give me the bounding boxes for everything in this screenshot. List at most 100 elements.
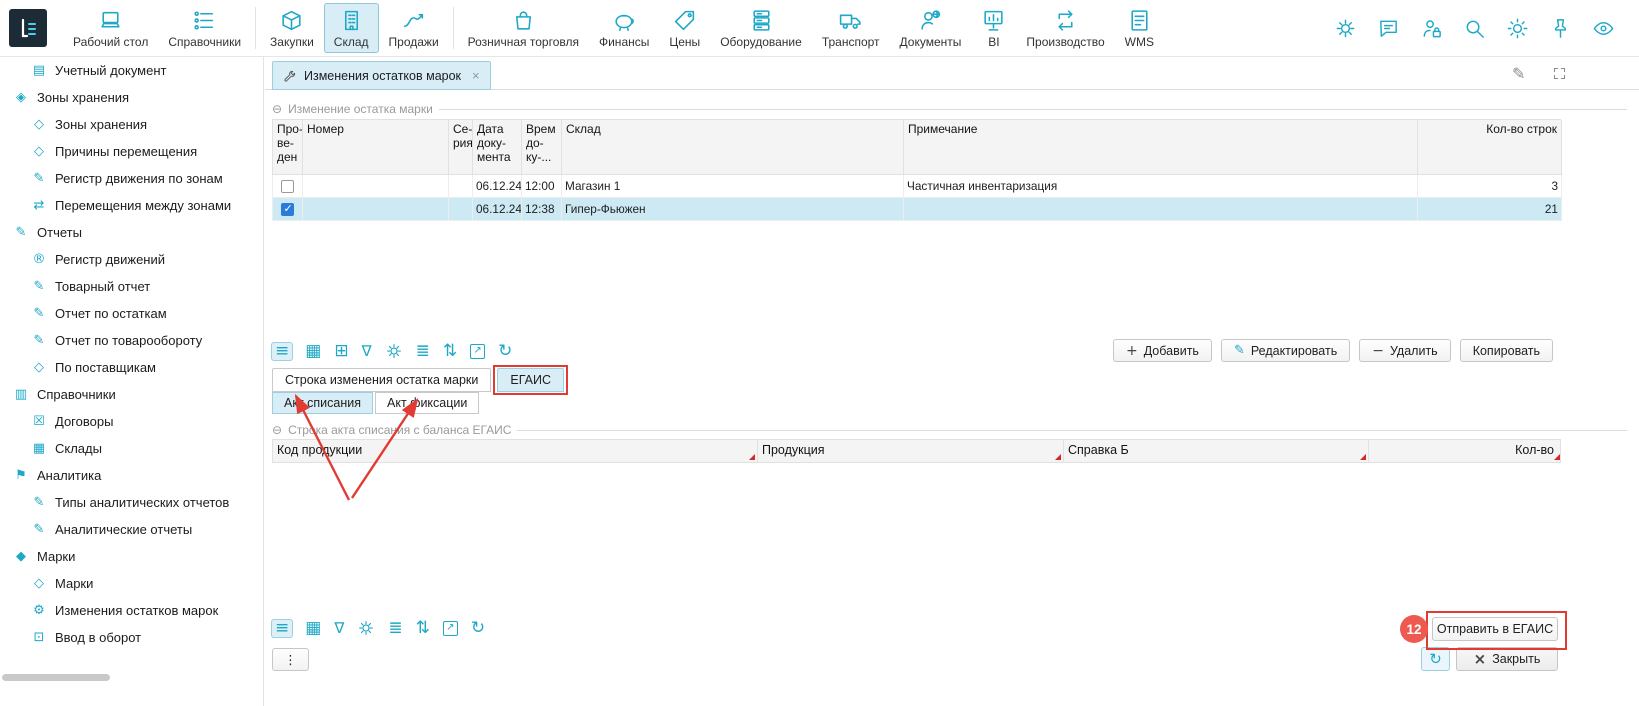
refresh-form-button[interactable] (1421, 647, 1450, 671)
sort-reset-icon[interactable] (416, 620, 430, 637)
refresh-grid-icon[interactable] (498, 343, 512, 360)
sidebar-item-analiticheskie-otchety[interactable]: Аналитические отчеты (0, 516, 263, 543)
sidebar-item-otchet-po-tovarooborotu[interactable]: Отчет по товарообороту (0, 327, 263, 354)
sidebar-item-registr-dvizheniy[interactable]: Регистр движений (0, 246, 263, 273)
module-warehouse[interactable]: Склад (324, 3, 379, 53)
marks-row-1[interactable]: 06.12.24 12:00 Магазин 1 Частичная инвен… (272, 175, 1561, 198)
module-transport[interactable]: Транспорт (812, 3, 890, 53)
eye-icon[interactable] (1592, 17, 1615, 40)
view-grid-icon[interactable] (305, 620, 321, 637)
sidebar-item-po-postavshchikam[interactable]: По поставщикам (0, 354, 263, 381)
sidebar-item-uchetny-dokument[interactable]: Учетный документ (0, 57, 263, 84)
sidebar-item-otchet-po-ostatkam[interactable]: Отчет по остаткам (0, 300, 263, 327)
column-header-product[interactable]: Продукция (758, 440, 1064, 462)
filter-icon[interactable] (362, 343, 372, 360)
collapse-icon[interactable]: ⊖ (272, 423, 282, 437)
edit-form-icon[interactable]: ✎ (1512, 64, 1525, 83)
delete-button[interactable]: Удалить (1359, 339, 1450, 362)
module-sales[interactable]: Продажи (379, 3, 449, 53)
view-grid-icon[interactable] (305, 343, 321, 360)
search-icon[interactable] (1463, 17, 1486, 40)
sidebar-item-sklady[interactable]: Склады (0, 435, 263, 462)
tab-akt-fiksatsii[interactable]: Акт фиксации (375, 392, 479, 414)
chat-icon[interactable] (1377, 17, 1400, 40)
module-wms[interactable]: WMS (1115, 3, 1164, 53)
sidebar-item-prichiny-peremeshcheniya[interactable]: Причины перемещения (0, 138, 263, 165)
tab-stroka-izmeneniya[interactable]: Строка изменения остатка марки (272, 368, 491, 392)
column-header-time[interactable]: Врем до-ку-... (522, 120, 562, 175)
add-button[interactable]: Добавить (1113, 339, 1212, 362)
column-header-posted[interactable]: Про-ве-ден (273, 120, 303, 175)
sidebar-item-spravochniki[interactable]: Справочники (0, 381, 263, 408)
tab-akt-spisaniya[interactable]: Акт списания (272, 392, 373, 414)
view-list-icon[interactable] (272, 620, 292, 637)
close-form-button[interactable]: Закрыть (1456, 647, 1558, 671)
module-finance[interactable]: Финансы (589, 3, 659, 53)
row-numbering-icon[interactable] (388, 620, 402, 637)
fullscreen-icon[interactable] (1552, 66, 1567, 86)
collapse-icon[interactable]: ⊖ (272, 102, 282, 116)
close-icon[interactable]: × (472, 68, 480, 83)
sidebar-item-tipy-analiticheskikh-otchetov[interactable]: Типы аналитических отчетов (0, 489, 263, 516)
column-header-product-code[interactable]: Код продукции (273, 440, 758, 462)
sort-reset-icon[interactable] (443, 343, 457, 360)
sidebar-item-zony-khraneniya[interactable]: Зоны хранения (0, 111, 263, 138)
posted-checkbox[interactable] (281, 203, 294, 216)
sidebar-item-registr-dvizheniya-po-zonam[interactable]: Регистр движения по зонам (0, 165, 263, 192)
module-bi[interactable]: BI (971, 3, 1016, 53)
settings-gear-icon[interactable] (1334, 17, 1357, 40)
send-to-egais-button[interactable]: Отправить в ЕГАИС (1432, 617, 1558, 641)
column-header-spravka-b[interactable]: Справка Б (1064, 440, 1369, 462)
sidebar-item-marki-group[interactable]: Марки (0, 543, 263, 570)
module-retail[interactable]: Розничная торговля (458, 3, 589, 53)
user-lock-icon[interactable] (1420, 17, 1443, 40)
column-header-number[interactable]: Номер (303, 120, 449, 175)
sidebar-item-peremeshcheniya-mezhdu-zonami[interactable]: Перемещения между зонами (0, 192, 263, 219)
column-header-series[interactable]: Се-рия (449, 120, 473, 175)
module-equipment[interactable]: Оборудование (710, 3, 812, 53)
pin-icon[interactable] (1549, 17, 1572, 40)
row-numbering-icon[interactable] (416, 343, 430, 360)
sidebar-item-vvod-v-oborot[interactable]: Ввод в оборот (0, 624, 263, 651)
sidebar-item-dogovory[interactable]: Договоры (0, 408, 263, 435)
tab-egais[interactable]: ЕГАИС (497, 368, 564, 392)
column-header-note[interactable]: Примечание (904, 120, 1418, 175)
module-prices[interactable]: Цены (659, 3, 710, 53)
brightness-icon[interactable] (1506, 17, 1529, 40)
sidebar-item-analitika[interactable]: Аналитика (0, 462, 263, 489)
copy-button[interactable]: Копировать (1460, 339, 1553, 362)
posted-checkbox[interactable] (281, 180, 294, 193)
column-header-warehouse[interactable]: Склад (562, 120, 904, 175)
more-actions-button[interactable]: ⋮ (272, 648, 309, 671)
module-directories[interactable]: Справочники (158, 3, 251, 53)
module-purchases[interactable]: Закупки (260, 3, 324, 53)
open-window-icon[interactable] (470, 344, 485, 359)
sidebar-item-otchety[interactable]: Отчеты (0, 219, 263, 246)
sidebar-item-zony-khraneniya-group[interactable]: Зоны хранения (0, 84, 263, 111)
column-header-line-count[interactable]: Кол-во строк (1418, 120, 1562, 175)
module-production[interactable]: Производство (1016, 3, 1114, 53)
marks-row-2[interactable]: 06.12.24 12:38 Гипер-Фьюжен 21 (272, 198, 1561, 221)
refresh-grid-icon[interactable] (471, 620, 485, 637)
app-logo[interactable] (9, 9, 47, 47)
module-label: Склад (334, 35, 369, 49)
calendar-view-icon[interactable] (334, 343, 348, 360)
series-cell (449, 175, 473, 198)
sidebar-item-izmeneniya-ostatkov-marok[interactable]: Изменения остатков марок (0, 597, 263, 624)
filter-icon[interactable] (334, 620, 344, 637)
sidebar-item-tovarny-otchet[interactable]: Товарный отчет (0, 273, 263, 300)
open-window-icon[interactable] (443, 621, 458, 636)
sidebar-item-marki[interactable]: Марки (0, 570, 263, 597)
grid-settings-icon[interactable] (385, 342, 403, 360)
tab-izmeneniya-ostatkov-marok[interactable]: Изменения остатков марок × (272, 61, 491, 90)
module-desktop[interactable]: Рабочий стол (63, 3, 158, 53)
edit-button[interactable]: Редактировать (1221, 339, 1350, 362)
column-header-quantity[interactable]: Кол-во (1369, 440, 1562, 462)
grid-settings-icon[interactable] (357, 619, 375, 637)
column-header-date[interactable]: Дата доку-мента (473, 120, 522, 175)
scrollbar-thumb[interactable] (2, 674, 110, 681)
module-documents[interactable]: Документы (890, 3, 972, 53)
sidebar-item-label: Марки (37, 549, 75, 564)
view-list-icon[interactable] (272, 343, 292, 360)
annotation-step-badge: 12 (1400, 615, 1428, 643)
